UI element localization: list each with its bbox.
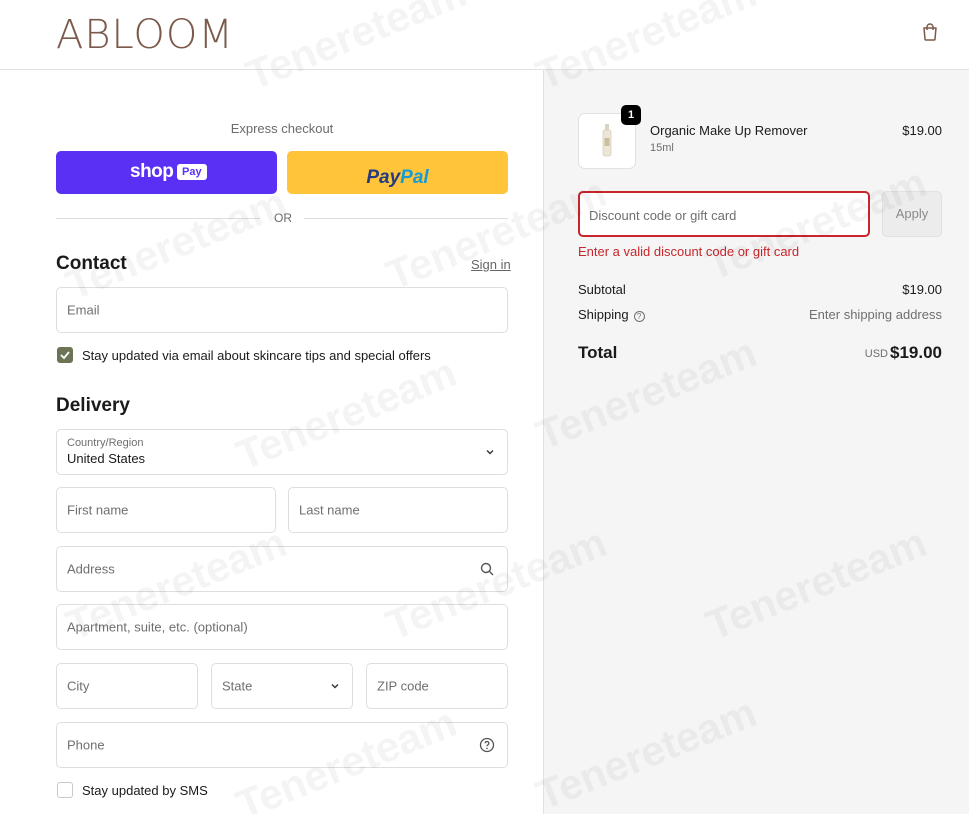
paypal-wordmark: PayPal bbox=[366, 166, 429, 188]
first-name-placeholder: First name bbox=[67, 502, 129, 518]
chevron-down-icon bbox=[486, 450, 494, 455]
zip-placeholder: ZIP code bbox=[377, 678, 429, 694]
discount-placeholder: Discount code or gift card bbox=[589, 208, 737, 223]
store-logo[interactable]: ABLOOM bbox=[56, 12, 234, 58]
header: ABLOOM bbox=[0, 0, 969, 70]
contact-heading: Contact bbox=[56, 253, 127, 274]
product-variant: 15ml bbox=[650, 142, 674, 154]
subtotal-value: $19.00 bbox=[902, 282, 942, 297]
apartment-placeholder: Apartment, suite, etc. (optional) bbox=[67, 619, 248, 635]
divider-left bbox=[56, 218, 260, 219]
paypal-button[interactable]: PayPal bbox=[287, 151, 508, 194]
quantity-badge: 1 bbox=[621, 105, 641, 125]
country-select[interactable]: Country/Region United States bbox=[56, 429, 508, 475]
chevron-down-icon bbox=[331, 684, 339, 689]
product-name: Organic Make Up Remover bbox=[650, 123, 808, 138]
search-icon[interactable] bbox=[479, 561, 495, 577]
currency-code: USD bbox=[864, 348, 888, 360]
sms-label: Stay updated by SMS bbox=[82, 783, 208, 798]
delivery-heading: Delivery bbox=[56, 395, 130, 416]
phone-field[interactable]: Phone bbox=[56, 722, 508, 768]
zip-field[interactable]: ZIP code bbox=[366, 663, 508, 709]
shop-pay-wordmark: shop bbox=[130, 161, 174, 182]
express-checkout-label: Express checkout bbox=[230, 121, 334, 136]
shipping-label: Shipping bbox=[578, 307, 629, 322]
discount-code-field[interactable]: Discount code or gift card bbox=[578, 191, 870, 237]
shopping-bag-icon[interactable] bbox=[920, 22, 940, 42]
subtotal-label: Subtotal bbox=[578, 282, 626, 297]
question-circle-icon[interactable]: ? bbox=[633, 311, 645, 322]
newsletter-checkbox[interactable] bbox=[57, 347, 73, 363]
shop-pay-pill: Pay bbox=[177, 164, 207, 180]
state-select[interactable]: State bbox=[211, 663, 353, 709]
shipping-row-label: Shipping? bbox=[578, 307, 645, 322]
checkmark-icon bbox=[60, 351, 70, 360]
shop-pay-button[interactable]: shop Pay bbox=[56, 151, 277, 194]
shipping-value: Enter shipping address bbox=[809, 307, 942, 322]
total-value: $19.00 bbox=[890, 343, 942, 362]
city-field[interactable]: City bbox=[56, 663, 198, 709]
email-placeholder: Email bbox=[67, 302, 100, 318]
discount-error-message: Enter a valid discount code or gift card bbox=[578, 244, 800, 259]
address-placeholder: Address bbox=[67, 561, 115, 577]
sms-checkbox[interactable] bbox=[57, 782, 73, 798]
apartment-field[interactable]: Apartment, suite, etc. (optional) bbox=[56, 604, 508, 650]
newsletter-label: Stay updated via email about skincare ti… bbox=[82, 348, 431, 363]
divider-right bbox=[304, 218, 508, 219]
help-icon[interactable] bbox=[479, 737, 495, 753]
first-name-field[interactable]: First name bbox=[56, 487, 276, 533]
last-name-field[interactable]: Last name bbox=[288, 487, 508, 533]
sign-in-link[interactable]: Sign in bbox=[471, 257, 511, 272]
country-label: Country/Region bbox=[67, 437, 144, 449]
product-price: $19.00 bbox=[902, 123, 942, 138]
order-summary-panel bbox=[543, 70, 969, 814]
phone-placeholder: Phone bbox=[67, 737, 105, 753]
last-name-placeholder: Last name bbox=[299, 502, 360, 518]
email-field[interactable]: Email bbox=[56, 287, 508, 333]
state-placeholder: State bbox=[222, 678, 253, 694]
address-field[interactable]: Address bbox=[56, 546, 508, 592]
apply-discount-button[interactable]: Apply bbox=[882, 191, 942, 237]
total-label: Total bbox=[578, 343, 618, 362]
country-value: United States bbox=[67, 451, 146, 466]
or-divider-text: OR bbox=[274, 211, 292, 225]
city-placeholder: City bbox=[67, 678, 90, 694]
